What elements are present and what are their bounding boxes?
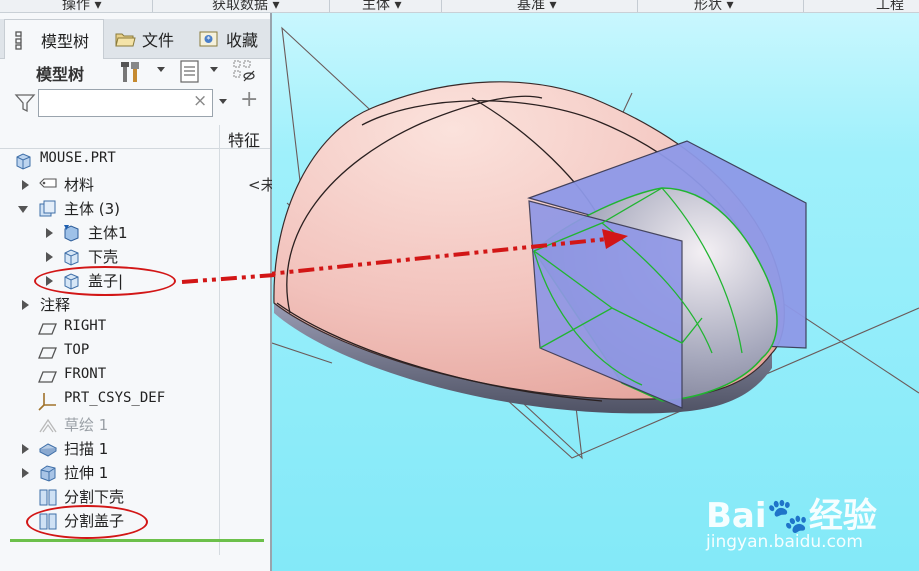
settings-tools-icon[interactable] <box>120 59 144 85</box>
tree-item-sweep[interactable]: 扫描 1 <box>0 437 270 461</box>
add-filter-icon[interactable]: + <box>240 87 258 112</box>
filter-icon[interactable] <box>14 92 36 114</box>
ribbon-separator <box>803 0 804 12</box>
tree-item-material[interactable]: 材料 <box>0 173 270 197</box>
ribbon-separator <box>441 0 442 12</box>
model-tree-icon <box>15 30 22 50</box>
tree-item-label: PRT_CSYS_DEF <box>64 390 166 406</box>
coordinate-system-icon <box>38 393 56 411</box>
body-icon <box>64 249 79 266</box>
ribbon-group-datum[interactable]: 基准 ▾ <box>517 0 556 12</box>
tab-favorites[interactable]: * 收藏 <box>194 19 270 59</box>
tree-item-label: 材料 <box>64 176 95 194</box>
datum-plane-icon <box>38 347 57 359</box>
ribbon-separator <box>637 0 638 12</box>
ribbon-group-get-data[interactable]: 获取数据 ▾ <box>212 0 279 12</box>
model-tree-panel: 模型树 文件 * 收藏 模型树 × + 特征 MOUSE.PRT 材料 主体 (… <box>0 13 272 571</box>
part-icon <box>16 153 31 170</box>
expand-arrow-icon[interactable] <box>46 228 53 238</box>
tree-toolbar: 模型树 <box>0 59 270 89</box>
graphics-viewport[interactable]: Bai🐾经验 jingyan.baidu.com <box>272 13 919 571</box>
tab-model-tree-label: 模型树 <box>41 31 90 51</box>
tree-item-extrude[interactable]: 拉伸 1 <box>0 461 270 485</box>
tree-item-label: 主体1 <box>88 224 128 242</box>
tree-item-label: 扫描 1 <box>64 440 109 458</box>
tree-item-bodies[interactable]: 主体 (3) <box>0 197 270 221</box>
model-tree-title: 模型树 <box>36 65 85 84</box>
ribbon-group-body[interactable]: 主体 ▾ <box>362 0 401 12</box>
tree-item-label: 下壳 <box>88 248 119 266</box>
ribbon-group-operations[interactable]: 操作 ▾ <box>62 0 101 12</box>
chevron-down-icon[interactable] <box>210 67 218 72</box>
tree-item-csys[interactable]: PRT_CSYS_DEF <box>0 389 270 413</box>
tab-files-label: 文件 <box>142 31 175 50</box>
hide-items-icon[interactable] <box>232 59 256 85</box>
collapse-arrow-icon[interactable] <box>18 206 28 213</box>
annotation-circle-cover <box>34 266 176 296</box>
ribbon-group-shapes[interactable]: 形状 ▾ <box>694 0 733 12</box>
sketch-icon <box>39 418 57 433</box>
tree-item-label: FRONT <box>64 366 107 382</box>
clear-filter-icon[interactable]: × <box>193 91 207 111</box>
ribbon-separator <box>152 0 153 12</box>
tree-item-right-plane[interactable]: RIGHT <box>0 317 270 341</box>
tree-item-top-plane[interactable]: TOP <box>0 341 270 365</box>
default-body-icon <box>64 225 79 242</box>
expand-arrow-icon[interactable] <box>46 252 53 262</box>
ribbon-group-bar: 操作 ▾ 获取数据 ▾ 主体 ▾ 基准 ▾ 形状 ▾ 工程 <box>0 0 919 13</box>
insert-indicator-line[interactable] <box>10 539 264 542</box>
tree-item-lower-shell[interactable]: 下壳 <box>0 245 270 269</box>
tree-item-sketch[interactable]: 草绘 1 <box>0 413 270 437</box>
expand-arrow-icon[interactable] <box>22 444 29 454</box>
datum-plane-icon <box>38 323 57 335</box>
tree-item-label: 分割下壳 <box>64 488 125 506</box>
svg-text:*: * <box>207 35 211 44</box>
baidu-watermark: Bai🐾经验 jingyan.baidu.com <box>700 488 910 568</box>
tab-favorites-label: 收藏 <box>226 31 259 50</box>
tree-item-label: 草绘 1 <box>64 416 109 434</box>
watermark-logo: Bai🐾经验 <box>706 496 877 536</box>
ribbon-separator <box>329 0 330 12</box>
tree-item-front-plane[interactable]: FRONT <box>0 365 270 389</box>
tree-item-label: 注释 <box>40 296 71 314</box>
chevron-down-icon[interactable] <box>219 99 227 104</box>
tree-item-label: TOP <box>64 342 90 358</box>
tree-item-label: RIGHT <box>64 318 107 334</box>
tab-model-tree[interactable]: 模型树 <box>4 19 104 59</box>
watermark-url: jingyan.baidu.com <box>706 532 863 552</box>
favorites-icon: * <box>199 31 218 47</box>
annotation-arrow-tail <box>181 273 275 284</box>
tree-item-annotations[interactable]: 注释 <box>0 293 270 317</box>
tree-item-root[interactable]: MOUSE.PRT <box>0 149 270 173</box>
tree-item-split-lower[interactable]: 分割下壳 <box>0 485 270 509</box>
ribbon-group-engineering[interactable]: 工程 <box>876 0 904 12</box>
tree-column-header: 特征 <box>0 125 270 151</box>
tree-item-label: 主体 (3) <box>64 200 121 218</box>
tree-item-label: MOUSE.PRT <box>40 150 116 166</box>
datum-plane-icon <box>38 371 57 383</box>
annotation-circle-split-cover <box>26 505 148 539</box>
tree-filter-input[interactable] <box>38 89 213 117</box>
expand-arrow-icon[interactable] <box>22 300 29 310</box>
chevron-down-icon[interactable] <box>157 67 165 72</box>
panel-tab-bar: 模型树 文件 * 收藏 <box>0 19 270 59</box>
tree-item-body1[interactable]: 主体1 <box>0 221 270 245</box>
bodies-folder-icon <box>39 200 56 217</box>
sweep-icon <box>38 443 58 457</box>
tree-item-label: 拉伸 1 <box>64 464 109 482</box>
feature-column-header[interactable]: 特征 <box>228 127 260 151</box>
split-body-icon <box>39 489 57 506</box>
filter-row: × + <box>0 87 270 117</box>
expand-arrow-icon[interactable] <box>22 468 29 478</box>
show-list-icon[interactable] <box>178 59 202 85</box>
tab-files[interactable]: 文件 <box>110 19 188 59</box>
material-tag-icon <box>39 178 57 188</box>
extrude-icon <box>40 465 56 482</box>
expand-arrow-icon[interactable] <box>22 180 29 190</box>
folder-icon <box>115 33 136 47</box>
